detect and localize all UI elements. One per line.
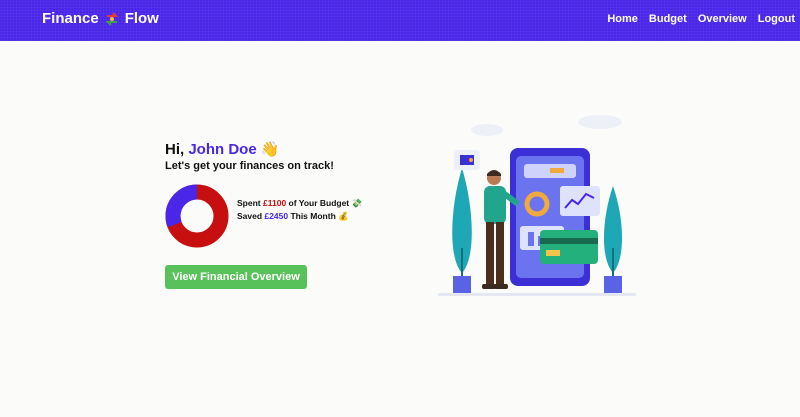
- brand-text-left: Finance: [42, 10, 99, 27]
- greeting-heading: Hi, John Doe 👋: [165, 140, 280, 158]
- waving-hand-icon: 👋: [260, 141, 280, 158]
- spent-line: Spent £1100 of Your Budget 💸: [237, 198, 362, 209]
- saved-prefix: Saved: [237, 211, 263, 221]
- nav-home-link[interactable]: Home: [607, 13, 638, 25]
- nav-logout-link[interactable]: Logout: [758, 13, 795, 25]
- brand-text-right: Flow: [124, 10, 159, 27]
- saved-amount: £2450: [264, 211, 289, 221]
- spent-amount: £1100: [263, 198, 287, 208]
- budget-donut-chart: [165, 184, 229, 248]
- user-name: John Doe: [188, 141, 257, 158]
- top-navbar: Finance Flow Home Budget Overview Logout: [0, 0, 800, 41]
- saved-suffix: This Month 💰: [290, 211, 349, 221]
- brand-logo[interactable]: Finance Flow: [42, 10, 159, 27]
- saved-line: Saved £2450 This Month 💰: [237, 211, 362, 222]
- finance-illustration: [438, 115, 636, 296]
- nav-links: Home Budget Overview Logout: [607, 13, 795, 25]
- greeting-subtitle: Let's get your finances on track!: [165, 160, 334, 172]
- greeting-prefix: Hi,: [165, 141, 185, 158]
- view-financial-overview-button[interactable]: View Financial Overview: [165, 265, 307, 289]
- budget-stats: Spent £1100 of Your Budget 💸 Saved £2450…: [237, 198, 362, 224]
- money-exchange-icon: [104, 11, 120, 27]
- nav-overview-link[interactable]: Overview: [698, 13, 747, 25]
- nav-budget-link[interactable]: Budget: [649, 13, 687, 25]
- spent-suffix: of Your Budget 💸: [288, 198, 363, 208]
- spent-prefix: Spent: [237, 198, 261, 208]
